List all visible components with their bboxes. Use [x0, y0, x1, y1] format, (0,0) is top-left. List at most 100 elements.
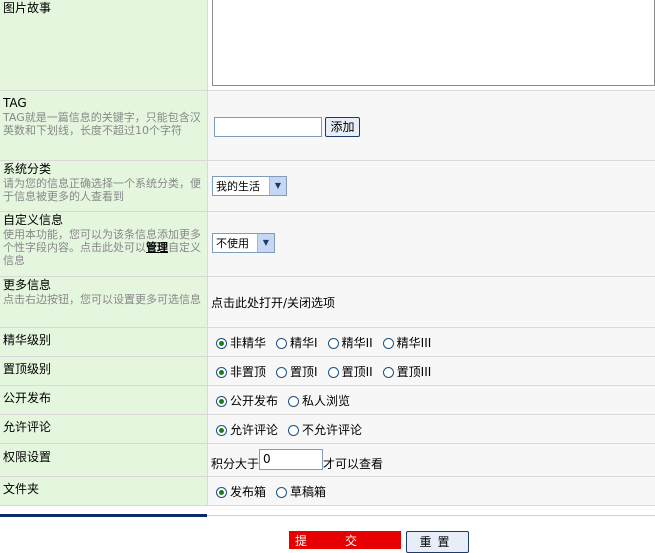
tag-description: TAG就是一篇信息的关键字，只能包含汉英数和下划线，长度不超过10个字符: [3, 111, 201, 137]
essence-option-label: 精华II: [341, 336, 373, 350]
folder-value-cell: 发布箱 草稿箱: [208, 477, 655, 505]
custom-value-cell: 不使用 ▼: [208, 212, 655, 276]
radio-icon[interactable]: [216, 425, 227, 436]
folder-option-label: 草稿箱: [290, 485, 327, 499]
more-value-cell: 点击此处打开/关闭选项: [208, 277, 655, 327]
radio-icon[interactable]: [216, 338, 227, 349]
publish-radio-group: 公开发布 私人浏览: [216, 392, 360, 409]
radio-icon[interactable]: [382, 338, 394, 349]
custom-select[interactable]: 不使用 ▼: [212, 233, 275, 253]
folder-radio-group: 发布箱 草稿箱: [216, 483, 336, 500]
more-row: 更多信息 点击右边按钮，您可以设置更多可选信息 点击此处打开/关闭选项: [0, 277, 655, 328]
essence-option-0[interactable]: 非精华: [216, 334, 266, 351]
category-select-value: 我的生活: [216, 180, 260, 193]
publish-label-cell: 公开发布: [0, 386, 208, 414]
radio-icon[interactable]: [382, 367, 394, 378]
reset-button[interactable]: 重置: [406, 531, 469, 553]
essence-option-2[interactable]: 精华II: [327, 334, 373, 351]
category-label-cell: 系统分类 请为您的信息正确选择一个系统分类，便于信息被更多的人查看到: [0, 161, 208, 211]
essence-option-3[interactable]: 精华III: [382, 334, 431, 351]
chevron-down-icon: ▼: [257, 234, 274, 252]
top-option-3[interactable]: 置顶III: [382, 363, 431, 380]
custom-manage-link[interactable]: 管理: [146, 241, 168, 254]
folder-option-0[interactable]: 发布箱: [216, 483, 266, 500]
tag-label: TAG: [3, 96, 27, 110]
more-description: 点击右边按钮，您可以设置更多可选信息: [3, 293, 201, 306]
radio-icon[interactable]: [327, 367, 339, 378]
essence-row: 精华级别 非精华 精华I 精华II 精华III: [0, 328, 655, 357]
permission-score-input[interactable]: 0: [259, 449, 323, 470]
chevron-down-icon: ▼: [269, 177, 286, 195]
publish-option-label: 公开发布: [230, 394, 279, 408]
story-row: 图片故事: [0, 0, 655, 91]
comment-option-0[interactable]: 允许评论: [216, 421, 278, 438]
radio-icon[interactable]: [276, 487, 288, 498]
permission-label-cell: 权限设置: [0, 444, 208, 476]
radio-icon[interactable]: [276, 338, 288, 349]
essence-option-label: 非精华: [230, 336, 267, 350]
essence-label-cell: 精华级别: [0, 328, 208, 356]
category-select[interactable]: 我的生活 ▼: [212, 176, 287, 196]
category-row: 系统分类 请为您的信息正确选择一个系统分类，便于信息被更多的人查看到 我的生活 …: [0, 161, 655, 212]
folder-option-1[interactable]: 草稿箱: [276, 483, 326, 500]
story-label: 图片故事: [3, 1, 52, 15]
category-description: 请为您的信息正确选择一个系统分类，便于信息被更多的人查看到: [3, 177, 201, 203]
tag-label-cell: TAG TAG就是一篇信息的关键字，只能包含汉英数和下划线，长度不超过10个字符: [0, 91, 208, 160]
submit-button[interactable]: 提交: [289, 531, 401, 549]
tag-input[interactable]: [214, 117, 322, 137]
story-value-cell: [208, 0, 655, 90]
top-option-label: 置顶I: [290, 365, 318, 379]
top-option-2[interactable]: 置顶II: [327, 363, 373, 380]
folder-label-cell: 文件夹: [0, 477, 208, 505]
category-value-cell: 我的生活 ▼: [208, 161, 655, 211]
top-label-cell: 置顶级别: [0, 357, 208, 385]
story-textarea[interactable]: [212, 0, 655, 86]
permission-label: 权限设置: [3, 450, 52, 464]
top-row: 置顶级别 非置顶 置顶I 置顶II 置顶III: [0, 357, 655, 386]
comment-row: 允许评论 允许评论 不允许评论: [0, 415, 655, 444]
radio-icon[interactable]: [288, 396, 300, 407]
tag-value-cell: 添加: [208, 91, 655, 160]
custom-label: 自定义信息: [3, 213, 64, 227]
radio-icon[interactable]: [216, 396, 227, 407]
permission-suffix: 才可以查看: [323, 457, 384, 471]
radio-icon[interactable]: [276, 367, 288, 378]
essence-radio-group: 非精华 精华I 精华II 精华III: [216, 334, 441, 351]
custom-row: 自定义信息 使用本功能，您可以为该条信息添加更多个性字段内容。点击此处可以管理自…: [0, 212, 655, 277]
top-option-1[interactable]: 置顶I: [276, 363, 318, 380]
folder-label: 文件夹: [3, 482, 40, 496]
top-option-label: 非置顶: [230, 365, 267, 379]
essence-option-1[interactable]: 精华I: [276, 334, 318, 351]
top-option-0[interactable]: 非置顶: [216, 363, 266, 380]
essence-value-cell: 非精华 精华I 精华II 精华III: [208, 328, 655, 356]
radio-icon[interactable]: [216, 487, 227, 498]
radio-icon[interactable]: [216, 367, 227, 378]
folder-option-label: 发布箱: [230, 485, 267, 499]
comment-option-label: 允许评论: [230, 423, 279, 437]
footer-divider-gray: [207, 515, 655, 516]
tag-add-button[interactable]: 添加: [325, 117, 360, 137]
more-toggle-link[interactable]: 点击此处打开/关闭选项: [211, 294, 335, 311]
comment-radio-group: 允许评论 不允许评论: [216, 421, 372, 438]
comment-option-1[interactable]: 不允许评论: [288, 421, 362, 438]
radio-icon[interactable]: [327, 338, 339, 349]
publish-option-label: 私人浏览: [302, 394, 351, 408]
category-label: 系统分类: [3, 162, 52, 176]
publish-value-cell: 公开发布 私人浏览: [208, 386, 655, 414]
publish-option-1[interactable]: 私人浏览: [288, 392, 350, 409]
story-label-cell: 图片故事: [0, 0, 208, 90]
tag-row: TAG TAG就是一篇信息的关键字，只能包含汉英数和下划线，长度不超过10个字符…: [0, 91, 655, 161]
more-label: 更多信息: [3, 278, 52, 292]
more-label-cell: 更多信息 点击右边按钮，您可以设置更多可选信息: [0, 277, 208, 327]
custom-label-cell: 自定义信息 使用本功能，您可以为该条信息添加更多个性字段内容。点击此处可以管理自…: [0, 212, 208, 276]
radio-icon[interactable]: [288, 425, 300, 436]
top-label: 置顶级别: [3, 362, 52, 376]
publish-option-0[interactable]: 公开发布: [216, 392, 278, 409]
comment-label-cell: 允许评论: [0, 415, 208, 443]
comment-value-cell: 允许评论 不允许评论: [208, 415, 655, 443]
footer-divider-navy: [0, 514, 207, 517]
top-value-cell: 非置顶 置顶I 置顶II 置顶III: [208, 357, 655, 385]
top-option-label: 置顶II: [341, 365, 373, 379]
essence-label: 精华级别: [3, 333, 52, 347]
essence-option-label: 精华I: [290, 336, 318, 350]
